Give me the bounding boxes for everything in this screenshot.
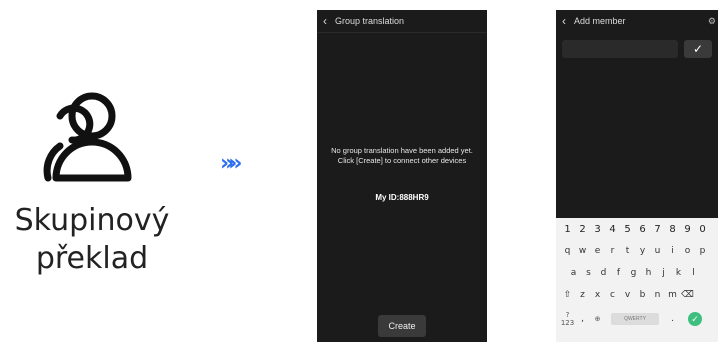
backspace-icon[interactable]: ⌫	[680, 290, 695, 300]
keyboard-number-row: 1 2 3 4 5 6 7 8 9 0	[556, 218, 718, 240]
key[interactable]: s	[581, 268, 596, 278]
key[interactable]: o	[680, 246, 695, 256]
feature-title-line2: překlad	[35, 241, 149, 276]
key[interactable]: x	[590, 290, 605, 300]
my-id-label: My ID:888HR9	[375, 193, 429, 202]
create-button[interactable]: Create	[378, 315, 426, 337]
key[interactable]: v	[620, 290, 635, 300]
keyboard-row-a: a s d f g h j k l	[556, 262, 718, 284]
globe-icon[interactable]: ⊕	[590, 315, 605, 323]
key[interactable]: 1	[560, 224, 575, 235]
chevron-left-icon[interactable]: ‹	[323, 14, 327, 28]
key[interactable]: y	[635, 246, 650, 256]
group-people-icon	[43, 92, 132, 182]
key[interactable]: 4	[605, 224, 620, 235]
comma-key[interactable]: ,	[575, 314, 590, 324]
add-member-screen: ‹ Add member ⚙ ✓ 1 2 3 4 5 6 7 8 9 0 q w…	[556, 10, 718, 342]
keyboard-row-q: q w e r t y u i o p	[556, 240, 718, 262]
shift-icon[interactable]: ⇧	[560, 290, 575, 300]
key[interactable]: d	[596, 268, 611, 278]
group-translation-screen: ‹ Group translation No group translation…	[317, 10, 487, 342]
key[interactable]: m	[665, 290, 680, 300]
key[interactable]: t	[620, 246, 635, 256]
member-input-row: ✓	[562, 40, 712, 58]
key[interactable]: n	[650, 290, 665, 300]
key[interactable]: u	[650, 246, 665, 256]
screen-header: ‹ Group translation	[317, 10, 487, 33]
feature-title-line1: Skupinový	[14, 203, 170, 238]
triple-chevron-icon: »»	[220, 151, 243, 176]
screen-header: ‹ Add member	[556, 10, 718, 32]
enter-check-icon[interactable]: ✓	[688, 312, 702, 326]
gear-icon[interactable]: ⚙	[708, 16, 716, 27]
symbols-key[interactable]: ?123	[560, 311, 575, 327]
key[interactable]: q	[560, 246, 575, 256]
key[interactable]: 3	[590, 224, 605, 235]
space-key[interactable]: QWERTY	[611, 313, 659, 325]
screen-title: Add member	[574, 16, 626, 26]
period-key[interactable]: .	[665, 314, 680, 324]
key[interactable]: j	[656, 268, 671, 278]
key[interactable]: l	[686, 268, 701, 278]
key[interactable]: z	[575, 290, 590, 300]
key[interactable]: i	[665, 246, 680, 256]
key[interactable]: g	[626, 268, 641, 278]
member-id-input[interactable]	[562, 40, 678, 58]
feature-title: Skupinový překlad	[0, 202, 184, 278]
screen-title: Group translation	[335, 16, 405, 26]
key[interactable]: e	[590, 246, 605, 256]
key[interactable]: h	[641, 268, 656, 278]
key[interactable]: c	[605, 290, 620, 300]
key[interactable]: 2	[575, 224, 590, 235]
keyboard-bottom-row: ?123 , ⊕ QWERTY . ✓	[556, 306, 718, 332]
key[interactable]: k	[671, 268, 686, 278]
key[interactable]: 5	[620, 224, 635, 235]
check-icon: ✓	[692, 42, 704, 56]
key[interactable]: f	[611, 268, 626, 278]
chevron-left-icon[interactable]: ‹	[562, 14, 566, 28]
keyboard-row-z: ⇧ z x c v b n m ⌫	[556, 284, 718, 306]
key[interactable]: r	[605, 246, 620, 256]
confirm-button[interactable]: ✓	[684, 40, 712, 58]
key[interactable]: p	[695, 246, 710, 256]
key[interactable]: 9	[680, 224, 695, 235]
key[interactable]: 7	[650, 224, 665, 235]
on-screen-keyboard: 1 2 3 4 5 6 7 8 9 0 q w e r t y u i o p …	[556, 218, 718, 342]
key[interactable]: 6	[635, 224, 650, 235]
key[interactable]: 0	[695, 224, 710, 235]
key[interactable]: b	[635, 290, 650, 300]
key[interactable]: 8	[665, 224, 680, 235]
empty-state-message: No group translation have been added yet…	[331, 146, 473, 165]
key[interactable]: w	[575, 246, 590, 256]
key[interactable]: a	[566, 268, 581, 278]
